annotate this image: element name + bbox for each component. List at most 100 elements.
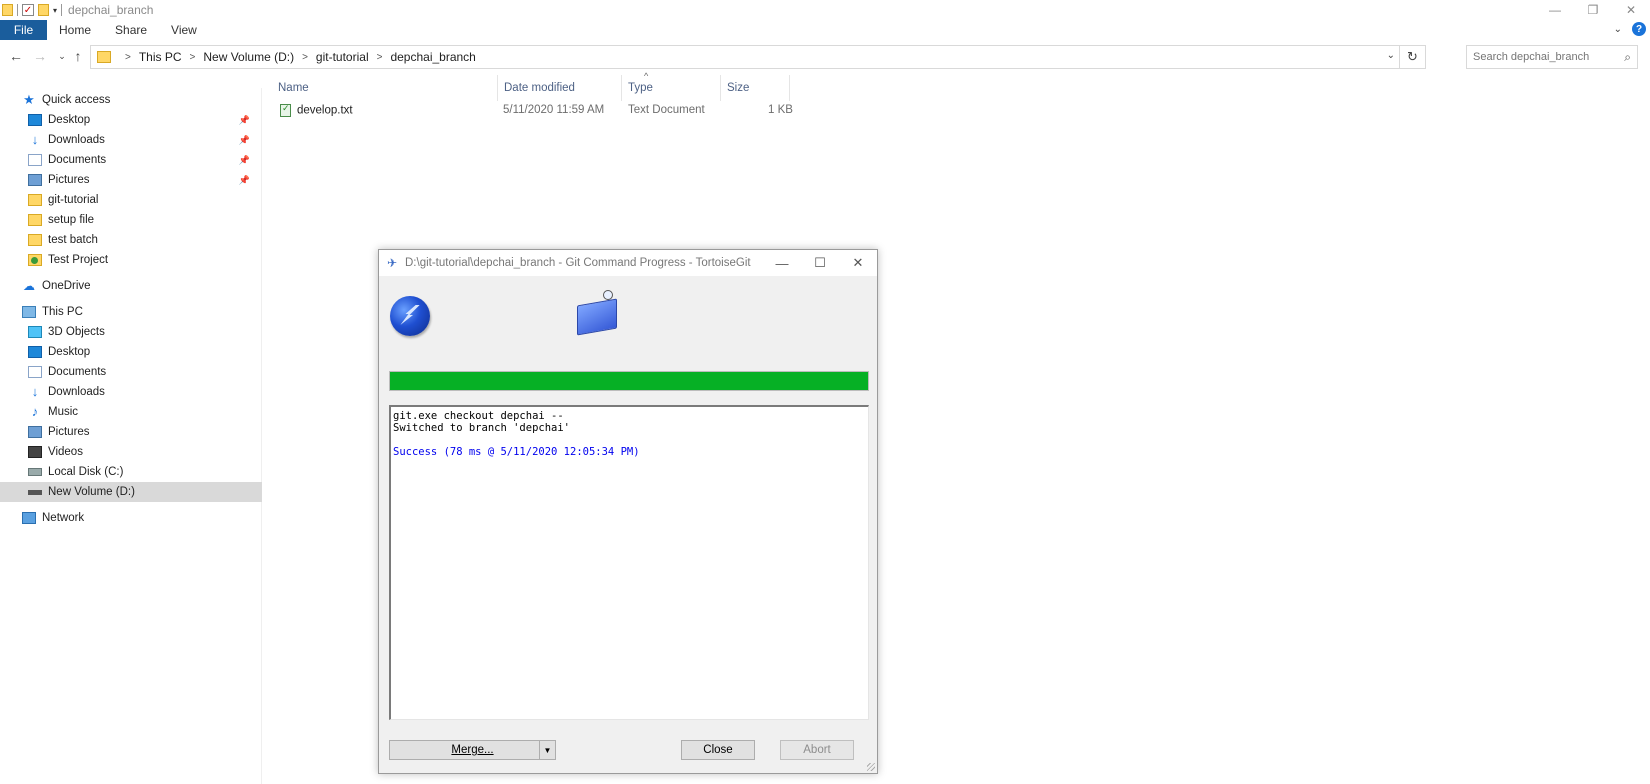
- column-header-date-modified[interactable]: Date modified: [498, 75, 622, 101]
- back-arrow-icon[interactable]: ←: [8, 48, 24, 64]
- sidebar-item-label: Quick access: [42, 94, 111, 106]
- expand-ribbon-chevron-icon[interactable]: ⌄: [1614, 24, 1622, 35]
- tab-share[interactable]: Share: [103, 20, 159, 40]
- tab-file[interactable]: File: [0, 20, 47, 40]
- breadcrumb-label[interactable]: This PC: [139, 50, 182, 64]
- sidebar-item-label: setup file: [48, 214, 95, 226]
- merge-button[interactable]: Merge... ▼: [389, 740, 556, 760]
- tab-home[interactable]: Home: [47, 20, 103, 40]
- sidebar-item-documents-pc[interactable]: Documents: [0, 362, 262, 382]
- navigation-pane: ★ Quick access Desktop 📌 ↓ Downloads 📌 D…: [0, 88, 262, 784]
- dialog-titlebar: ✈ D:\git-tutorial\depchai_branch - Git C…: [379, 250, 877, 276]
- breadcrumb-depchai-branch[interactable]: depchai_branch: [390, 50, 475, 64]
- sidebar-item-onedrive[interactable]: ☁ OneDrive: [0, 276, 262, 296]
- sidebar-item-3d-objects[interactable]: 3D Objects: [0, 322, 262, 342]
- sidebar-item-desktop-pc[interactable]: Desktop: [0, 342, 262, 362]
- sidebar-item-label: test batch: [48, 234, 98, 246]
- address-dropdown-chevron-icon[interactable]: ⌄: [1387, 50, 1395, 61]
- sidebar-item-downloads-pc[interactable]: ↓ Downloads: [0, 382, 262, 402]
- folder-icon[interactable]: [2, 4, 13, 16]
- breadcrumb-label[interactable]: depchai_branch: [390, 50, 475, 64]
- up-arrow-icon[interactable]: ↑: [70, 48, 86, 64]
- column-header-name[interactable]: Name: [262, 75, 498, 101]
- address-bar[interactable]: > This PC > New Volume (D:) > git-tutorial…: [90, 45, 1426, 69]
- breadcrumb-separator[interactable]: >: [190, 52, 196, 63]
- sidebar-item-label: New Volume (D:): [48, 486, 135, 498]
- column-header-type[interactable]: Type: [622, 75, 721, 101]
- file-name-cell[interactable]: develop.txt: [280, 103, 353, 117]
- forward-arrow-icon[interactable]: →: [32, 48, 48, 64]
- sidebar-item-pictures-pc[interactable]: Pictures: [0, 422, 262, 442]
- sidebar-item-label: Network: [42, 512, 85, 524]
- command-output-log[interactable]: git.exe checkout depchai -- Switched to …: [389, 405, 869, 720]
- navigation-row: ← → ⌄ ↑ > This PC > New Volume (D:) > git-…: [0, 44, 1650, 70]
- refresh-icon[interactable]: ↻: [1399, 46, 1425, 68]
- search-box[interactable]: ⌕: [1466, 45, 1638, 69]
- breadcrumb-git-tutorial[interactable]: git-tutorial >: [316, 50, 391, 64]
- download-arrow-icon: ↓: [31, 384, 39, 399]
- sidebar-item-local-disk-c[interactable]: Local Disk (C:): [0, 462, 262, 482]
- breadcrumb-new-volume[interactable]: New Volume (D:) >: [203, 50, 316, 64]
- sidebar-item-music[interactable]: ♪ Music: [0, 402, 262, 422]
- dialog-close-button[interactable]: ✕: [839, 250, 877, 276]
- sidebar-item-setup-file[interactable]: setup file: [0, 210, 262, 230]
- file-name: develop.txt: [297, 104, 353, 117]
- folder-body: [577, 298, 617, 336]
- sidebar-item-label: 3D Objects: [48, 326, 105, 338]
- new-folder-icon[interactable]: [38, 4, 49, 16]
- resize-grip-icon[interactable]: [867, 763, 875, 771]
- breadcrumb-label[interactable]: git-tutorial: [316, 50, 369, 64]
- file-type-cell: Text Document: [628, 104, 705, 116]
- customize-toolbar-dropdown-icon[interactable]: ▾: [53, 6, 57, 15]
- documents-icon: [28, 154, 42, 166]
- sidebar-item-this-pc[interactable]: This PC: [0, 302, 262, 322]
- pin-icon[interactable]: 📌: [239, 135, 250, 146]
- minimize-button[interactable]: —: [1536, 0, 1574, 20]
- close-button[interactable]: Close: [681, 740, 755, 760]
- breadcrumb-this-pc[interactable]: This PC >: [139, 50, 204, 64]
- breadcrumb-separator[interactable]: >: [302, 52, 308, 63]
- desktop-icon: [28, 346, 42, 358]
- file-size-cell: 1 KB: [768, 104, 793, 116]
- breadcrumb-separator[interactable]: >: [117, 52, 139, 63]
- sidebar-item-new-volume-d[interactable]: New Volume (D:): [0, 482, 262, 502]
- pin-icon[interactable]: 📌: [239, 155, 250, 166]
- help-icon[interactable]: ?: [1632, 22, 1646, 36]
- sidebar-item-desktop[interactable]: Desktop 📌: [0, 110, 262, 130]
- search-icon[interactable]: ⌕: [1624, 50, 1631, 65]
- restore-button[interactable]: ❐: [1574, 0, 1612, 20]
- column-header-size[interactable]: Size: [721, 75, 790, 101]
- dialog-minimize-button[interactable]: —: [763, 250, 801, 276]
- sidebar-item-quick-access[interactable]: ★ Quick access: [0, 90, 262, 110]
- file-row[interactable]: develop.txt 5/11/2020 11:59 AM Text Docu…: [262, 101, 1062, 123]
- sidebar-item-pictures[interactable]: Pictures 📌: [0, 170, 262, 190]
- sidebar-item-label: Pictures: [48, 426, 90, 438]
- pin-icon[interactable]: 📌: [239, 175, 250, 186]
- sidebar-item-label: Desktop: [48, 346, 91, 358]
- sidebar-item-label: OneDrive: [42, 280, 91, 292]
- sidebar-item-test-batch[interactable]: test batch: [0, 230, 262, 250]
- sidebar-item-network[interactable]: Network: [0, 508, 262, 528]
- abort-button[interactable]: Abort: [780, 740, 854, 760]
- dialog-maximize-button[interactable]: ☐: [801, 250, 839, 276]
- sidebar-item-documents[interactable]: Documents 📌: [0, 150, 262, 170]
- merge-dropdown-arrow-icon[interactable]: ▼: [539, 741, 555, 759]
- sidebar-item-downloads[interactable]: ↓ Downloads 📌: [0, 130, 262, 150]
- sidebar-item-videos[interactable]: Videos: [0, 442, 262, 462]
- pictures-icon: [28, 426, 42, 438]
- folder-icon: [28, 194, 42, 206]
- merge-button-label[interactable]: Merge...: [390, 744, 555, 756]
- properties-icon[interactable]: ✓: [22, 4, 34, 16]
- search-input[interactable]: [1473, 51, 1613, 63]
- tab-view[interactable]: View: [159, 20, 209, 40]
- pin-icon[interactable]: 📌: [239, 115, 250, 126]
- computer-icon: [22, 306, 36, 318]
- close-window-button[interactable]: ✕: [1612, 0, 1650, 20]
- sidebar-item-test-project[interactable]: Test Project: [0, 250, 262, 270]
- sidebar-item-label: Pictures: [48, 174, 90, 186]
- recent-locations-chevron-icon[interactable]: ⌄: [54, 51, 70, 62]
- sidebar-item-git-tutorial[interactable]: git-tutorial: [0, 190, 262, 210]
- progress-bar-fill: [390, 372, 868, 390]
- breadcrumb-label[interactable]: New Volume (D:): [203, 50, 294, 64]
- breadcrumb-separator[interactable]: >: [377, 52, 383, 63]
